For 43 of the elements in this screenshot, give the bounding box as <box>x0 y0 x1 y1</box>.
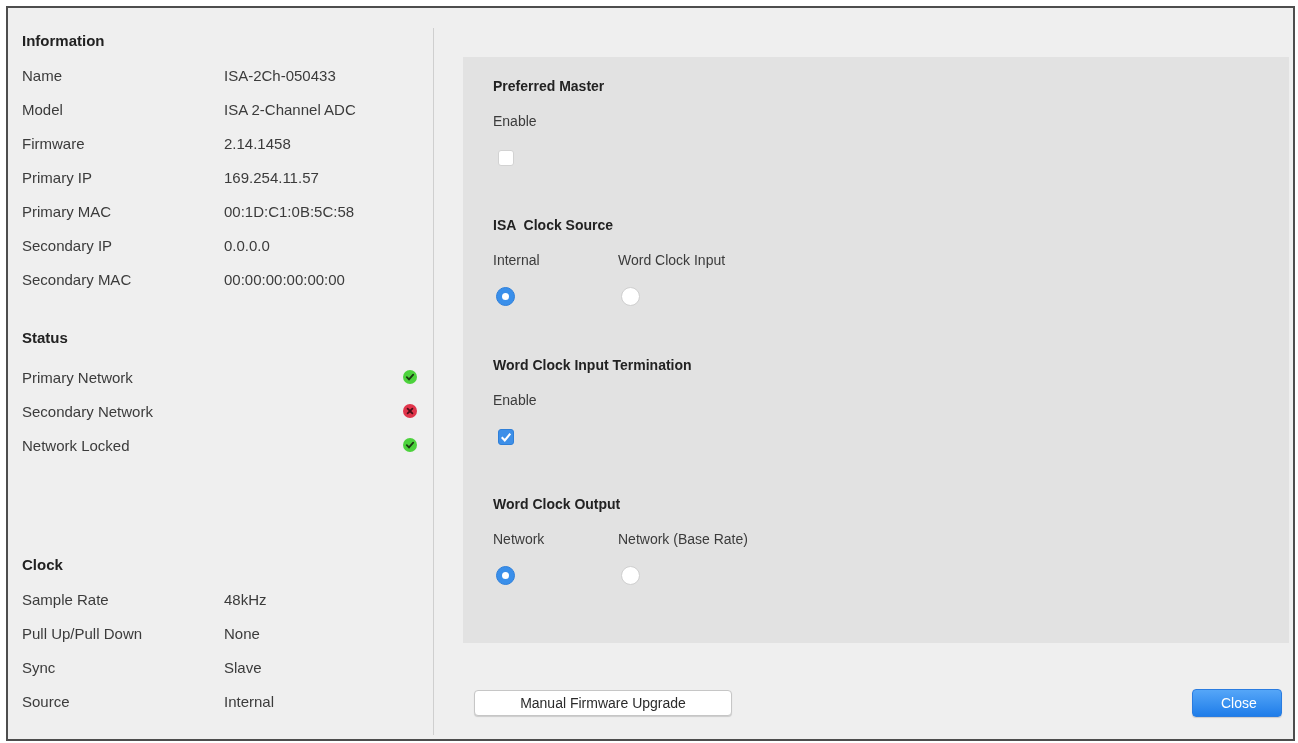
section-heading: Status <box>22 328 68 348</box>
radio-label: Word Clock Input <box>618 251 726 270</box>
section-heading: Information <box>22 31 105 51</box>
tick-icon <box>501 432 511 442</box>
setting-title: Word Clock Output <box>493 495 621 514</box>
status-label: Primary Network <box>22 368 133 386</box>
field-value: 00:1D:C1:0B:5C:58 <box>224 202 355 220</box>
field-value: Internal <box>224 692 275 710</box>
field-value: ISA-2Ch-050433 <box>224 66 336 84</box>
field-value: 2.14.1458 <box>224 134 291 152</box>
field-value: None <box>224 624 260 642</box>
field-label: Primary MAC <box>22 202 112 220</box>
field-label: Name <box>22 66 62 84</box>
radio-label: Internal <box>493 251 540 270</box>
status-label: Secondary Network <box>22 402 153 420</box>
radio-button[interactable] <box>496 287 515 306</box>
setting-title: ISA Clock Source <box>493 216 614 235</box>
field-label: Pull Up/Pull Down <box>22 624 143 642</box>
field-value: Slave <box>224 658 262 676</box>
checkbox[interactable] <box>498 429 514 445</box>
setting-title: Word Clock Input Termination <box>493 356 692 375</box>
field-label: Model <box>22 100 63 118</box>
radio-label: Network <box>493 530 545 549</box>
field-label: Secondary IP <box>22 236 113 254</box>
firmware-upgrade-button[interactable]: Manual Firmware Upgrade <box>474 690 732 716</box>
field-value: 48kHz <box>224 590 267 608</box>
status-label: Network Locked <box>22 436 130 454</box>
field-label: Source <box>22 692 70 710</box>
radio-button[interactable] <box>496 566 515 585</box>
field-label: Sample Rate <box>22 590 109 608</box>
field-label: Firmware <box>22 134 85 152</box>
field-value: 00:00:00:00:00:00 <box>224 270 345 288</box>
checkbox-label: Enable <box>493 391 537 410</box>
setting-title: Preferred Master <box>493 77 605 96</box>
field-label: Secondary MAC <box>22 270 132 288</box>
radio-label: Network (Base Rate) <box>618 530 748 549</box>
field-value: 0.0.0.0 <box>224 236 270 254</box>
field-label: Sync <box>22 658 56 676</box>
checkbox-label: Enable <box>493 112 537 131</box>
field-value: 169.254.11.57 <box>224 168 319 186</box>
field-value: ISA 2-Channel ADC <box>224 100 356 118</box>
field-label: Primary IP <box>22 168 92 186</box>
section-heading: Clock <box>22 555 63 575</box>
